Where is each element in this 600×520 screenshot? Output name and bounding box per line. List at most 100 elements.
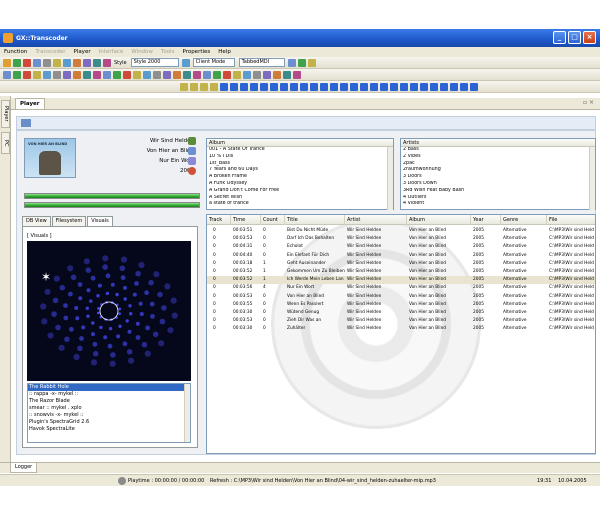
player-prev-icon[interactable] <box>380 82 388 91</box>
album-list-item[interactable]: A Grand Don't Come For Free <box>207 188 393 195</box>
toolbar2-icon-d-icon[interactable] <box>33 70 41 79</box>
toolbar2-icon-g-icon[interactable] <box>263 70 271 79</box>
album-list-item[interactable]: 001 - A State Of Trance <box>207 147 393 154</box>
column-header-artist[interactable]: Artist <box>345 215 407 225</box>
player-forward-icon[interactable] <box>430 82 438 91</box>
dock-tab-player[interactable]: Player <box>1 100 10 128</box>
player-eject-icon[interactable] <box>370 82 378 91</box>
minimize-button[interactable]: _ <box>553 31 566 44</box>
menu-item-6[interactable]: Properties <box>178 47 214 57</box>
player-pause-icon[interactable] <box>410 82 418 91</box>
table-row[interactable]: 0 00:03:53 0 Zieh Dir Was an Wir Sind Helden… <box>207 317 595 325</box>
album-list-item[interactable]: a state of trance <box>207 201 393 208</box>
toolbar2-icon-i-icon[interactable] <box>83 70 91 79</box>
visual-item[interactable]: The Rabbit Hole <box>28 384 190 391</box>
refresh-icon[interactable] <box>63 58 71 67</box>
volume-bar[interactable] <box>24 202 200 208</box>
toolbar2-icon-c-icon[interactable] <box>23 70 31 79</box>
player-rewind-icon[interactable] <box>190 82 198 91</box>
toolbar2-icon-f-icon[interactable] <box>253 70 261 79</box>
toolbar2-icon-j-icon[interactable] <box>293 70 301 79</box>
player-next-icon[interactable] <box>340 82 348 91</box>
window-icon[interactable] <box>287 58 296 67</box>
title-bar[interactable]: GX::Transcoder _ □ × <box>0 29 600 47</box>
export-icon[interactable] <box>73 58 81 67</box>
import-icon[interactable] <box>83 58 91 67</box>
column-header-genre[interactable]: Genre <box>501 215 547 225</box>
player-next-icon[interactable] <box>440 82 448 91</box>
album-list-scrollbar[interactable] <box>387 147 393 210</box>
menu-item-5[interactable]: Tools <box>157 47 179 57</box>
player-eject-icon[interactable] <box>270 82 278 91</box>
visual-item[interactable]: Plugin's SpectraGrid 2.6 <box>28 419 190 426</box>
table-row[interactable]: 0 00:04:31 0 Echolot Wir Sind Helden Von Hier… <box>207 243 595 251</box>
menu-item-3[interactable]: Interface <box>95 47 128 57</box>
toolbar2-icon-a-icon[interactable] <box>203 70 211 79</box>
toolbar2-icon-i-icon[interactable] <box>283 70 291 79</box>
toolbar2-icon-g-icon[interactable] <box>163 70 171 79</box>
view-tab-0[interactable]: DB View <box>22 216 51 226</box>
album-list-item[interactable]: 1st_Bass <box>207 161 393 168</box>
toolbar2-icon-b-icon[interactable] <box>13 70 21 79</box>
table-row[interactable]: 0 00:03:52 1 Gekommen Um Zu Bleiben Wir Sind… <box>207 268 595 276</box>
player-prev-icon[interactable] <box>180 82 188 91</box>
tab-player[interactable]: Player <box>15 98 45 109</box>
column-header-album[interactable]: Album <box>407 215 471 225</box>
table-row[interactable]: 0 00:03:18 1 Geht Auseinander Wir Sind Helde… <box>207 260 595 268</box>
album-list-item[interactable]: 10 % I Dis <box>207 154 393 161</box>
player-next-icon[interactable] <box>240 82 248 91</box>
toolbar2-icon-h-icon[interactable] <box>273 70 281 79</box>
artist-list-item[interactable]: 2 Vibes <box>401 154 595 161</box>
artist-list-item[interactable]: 2raumwohnung <box>401 167 595 174</box>
player-shuffle-icon[interactable] <box>450 82 458 91</box>
menu-item-7[interactable]: Help <box>214 47 235 57</box>
player-play-icon[interactable] <box>400 82 408 91</box>
artist-list-item[interactable]: 3 Doors Down <box>401 181 595 188</box>
visual-item[interactable]: Havok SpectraLite <box>28 426 190 433</box>
panel-close-icon[interactable]: ▫ × <box>583 99 594 106</box>
toolbar2-icon-h-icon[interactable] <box>73 70 81 79</box>
album-list-item[interactable]: 7 Years and 60 Days <box>207 167 393 174</box>
player-pause-icon[interactable] <box>210 82 218 91</box>
table-row[interactable]: 0 00:04:40 0 Ein Elefant Für Dich Wir Sind H… <box>207 252 595 260</box>
artist-list-item[interactable]: 3Rd Wish Feat Baby Bash <box>401 188 595 195</box>
play-icon[interactable] <box>13 58 21 67</box>
toolbar2-icon-a-icon[interactable] <box>103 70 111 79</box>
position-bar[interactable] <box>24 193 200 199</box>
artist-list[interactable]: Artists 2 Bass 2 Vibes 2pac 2raumwohnung 3 D… <box>400 138 596 210</box>
settings-icon[interactable] <box>43 58 51 67</box>
tools-icon[interactable] <box>93 58 101 67</box>
toolbar2-icon-j-icon[interactable] <box>193 70 201 79</box>
toolbar2-icon-j-icon[interactable] <box>93 70 101 79</box>
table-row[interactable]: 0 00:03:55 0 Wenn Es Passiert Wir Sind Helde… <box>207 301 595 309</box>
table-row[interactable]: 0 00:03:51 0 Bist Du Nicht Müde Wir Sind Hel… <box>207 227 595 235</box>
player-stop-icon[interactable] <box>220 82 228 91</box>
toolbar2-icon-d-icon[interactable] <box>233 70 241 79</box>
player-shuffle-icon[interactable] <box>250 82 258 91</box>
menu-item-0[interactable]: Function <box>0 47 31 57</box>
help-icon[interactable] <box>103 58 111 67</box>
player-rewind-icon[interactable] <box>290 82 298 91</box>
toolbar2-icon-e-icon[interactable] <box>243 70 251 79</box>
tab-logger[interactable]: Logger <box>10 463 38 473</box>
artist-list-item[interactable]: 3 Doors <box>401 174 595 181</box>
column-header-track[interactable]: Track <box>207 215 231 225</box>
player-repeat-icon[interactable] <box>260 82 268 91</box>
table-row[interactable]: 0 00:03:53 0 Darf Ich Das Behalten Wir Sind … <box>207 235 595 243</box>
player-pause-icon[interactable] <box>310 82 318 91</box>
menu-item-2[interactable]: Player <box>69 47 94 57</box>
album-list-item[interactable]: A Secret Wish <box>207 195 393 202</box>
toolbar2-icon-c-icon[interactable] <box>123 70 131 79</box>
player-forward-icon[interactable] <box>230 82 238 91</box>
track-table[interactable]: Track Time Count Title Artist Album Year Genre F… <box>206 214 596 454</box>
view-tab-2[interactable]: Visuals <box>87 216 113 226</box>
close-button[interactable]: × <box>583 31 596 44</box>
layout-select[interactable]: TabbedMDI <box>238 58 285 67</box>
menu-item-1[interactable]: Transcoder <box>31 47 69 57</box>
player-stop-icon[interactable] <box>320 82 328 91</box>
player-forward-icon[interactable] <box>330 82 338 91</box>
toolbar2-icon-i-icon[interactable] <box>183 70 191 79</box>
maximize-button[interactable]: □ <box>568 31 581 44</box>
column-header-year[interactable]: Year <box>471 215 501 225</box>
menu-item-4[interactable]: Window <box>127 47 157 57</box>
